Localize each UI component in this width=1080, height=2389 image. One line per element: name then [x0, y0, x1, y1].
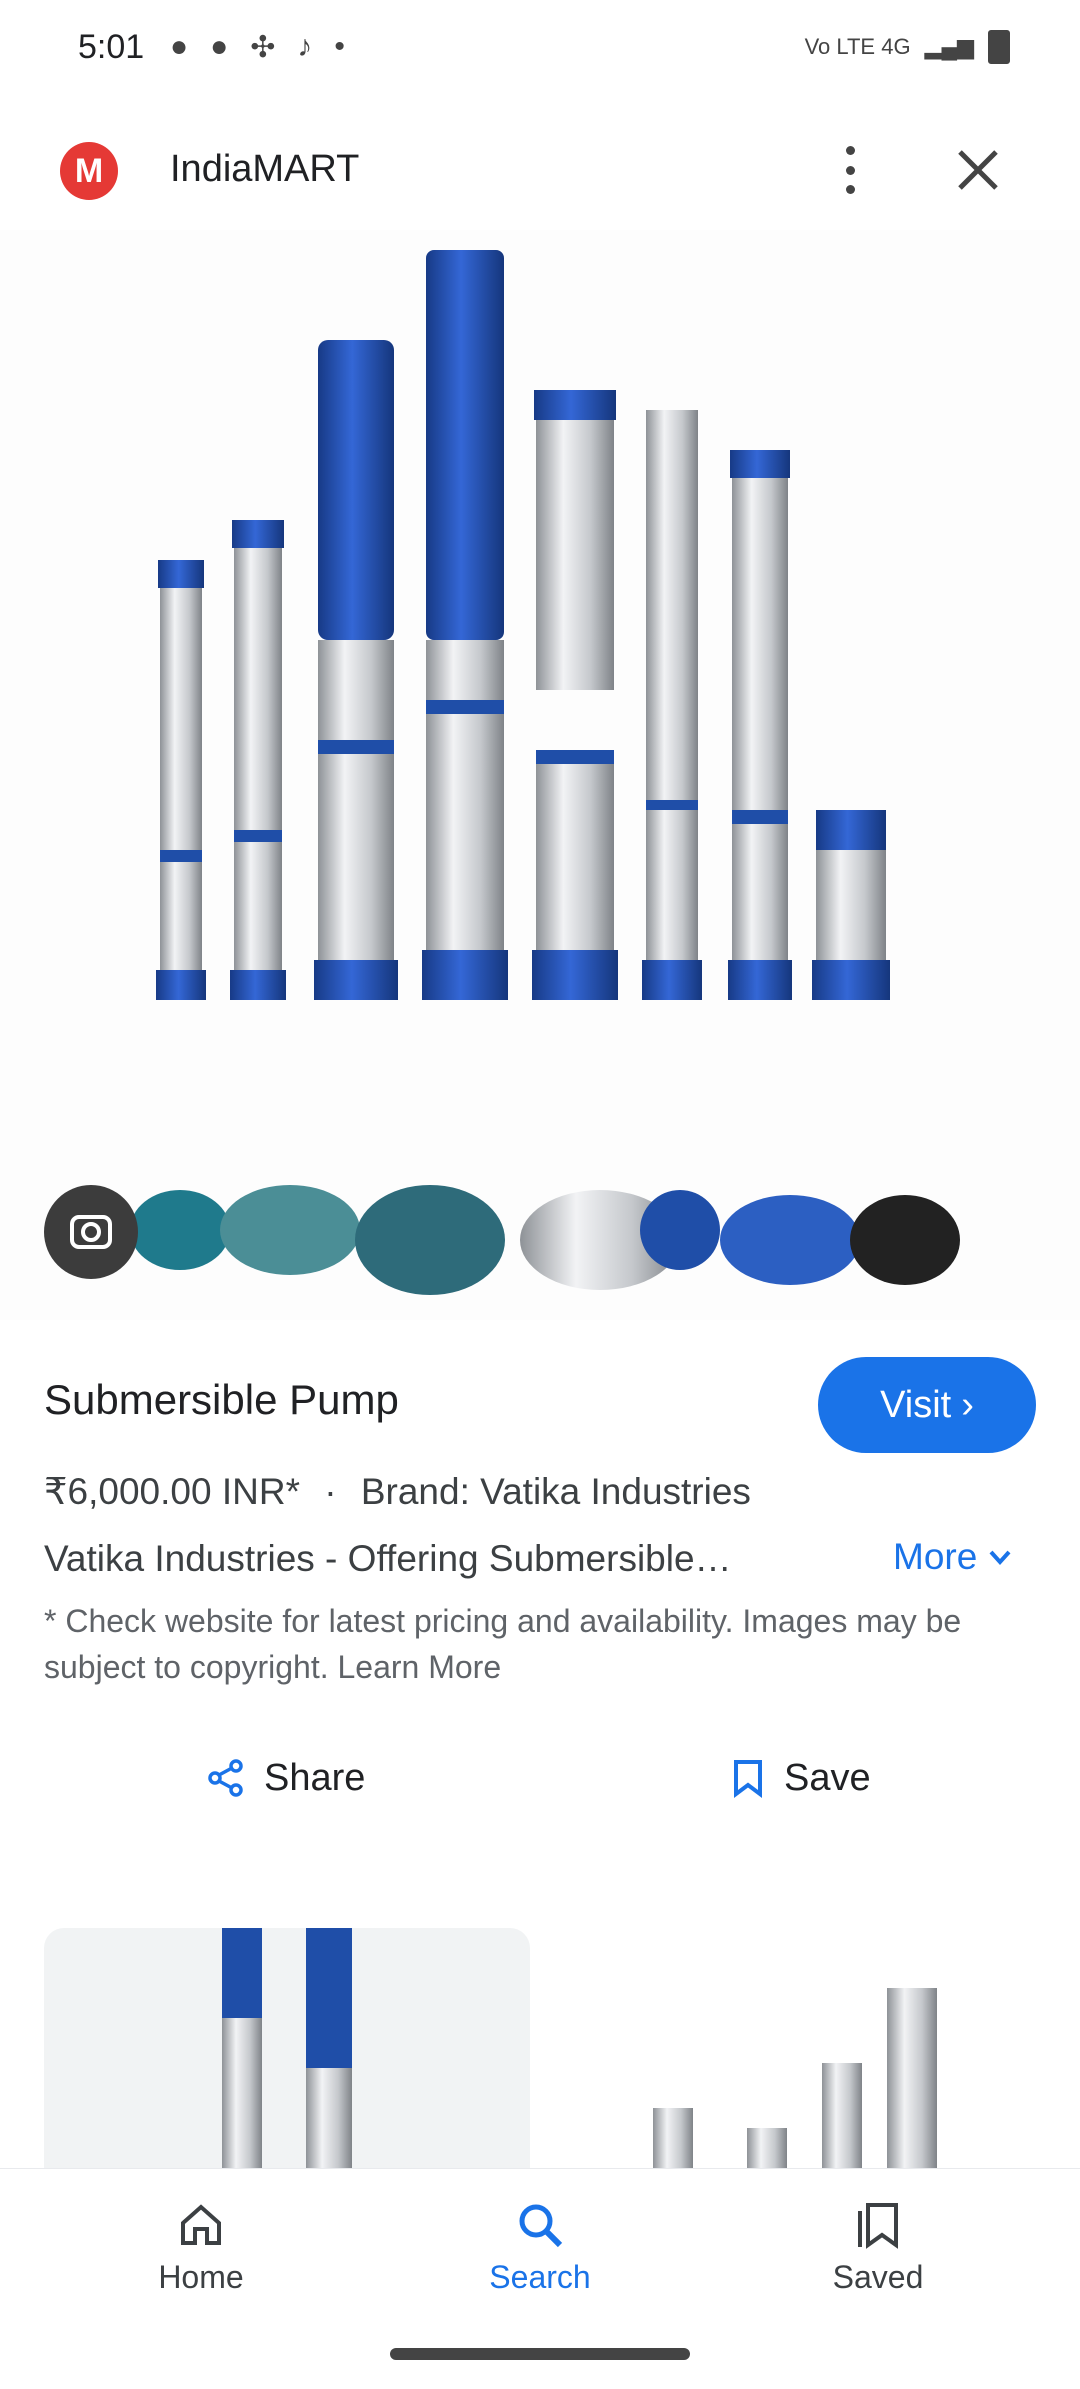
dot-icon: •: [334, 30, 345, 63]
gesture-bar[interactable]: [390, 2348, 690, 2360]
battery-icon: [988, 30, 1010, 64]
bookmark-icon: [734, 1760, 762, 1798]
chat-icon: ●: [170, 30, 189, 63]
product-description: Vatika Industries - Offering Submersible…: [44, 1538, 732, 1579]
disclaimer-text: * Check website for latest pricing and a…: [44, 1603, 962, 1685]
share-icon: [208, 1759, 243, 1797]
visit-button[interactable]: Visit ›: [818, 1357, 1036, 1453]
chevron-down-icon: [989, 1550, 1011, 1565]
price-brand-line: ₹6,000.00 INR* · Brand: Vatika Industrie…: [44, 1470, 751, 1513]
share-button[interactable]: Share: [206, 1748, 365, 1808]
save-button[interactable]: Save: [730, 1748, 871, 1808]
product-title: Submersible Pump: [44, 1376, 399, 1423]
nav-search[interactable]: Search: [440, 2199, 640, 2296]
status-bar: 5:01 ● ● ✣ ♪ • Vo LTE 4G ▂▄▆: [0, 0, 1080, 100]
chevron-right-icon: ›: [961, 1383, 974, 1426]
indiamart-logo: M: [60, 142, 118, 200]
network-label: Vo LTE 4G: [804, 34, 911, 59]
more-options-icon[interactable]: [830, 142, 870, 198]
app-icon: ♪: [297, 30, 313, 63]
site-title[interactable]: IndiaMART: [170, 148, 359, 191]
lens-search-button[interactable]: [44, 1185, 138, 1279]
brand: Brand: Vatika Industries: [360, 1471, 751, 1512]
saved-icon: [858, 2203, 898, 2249]
share-label: Share: [264, 1756, 366, 1799]
nav-saved[interactable]: Saved: [778, 2199, 978, 2296]
nav-saved-label: Saved: [832, 2259, 924, 2295]
message-icon: ●: [210, 30, 229, 63]
nav-search-label: Search: [489, 2259, 591, 2295]
close-icon[interactable]: [950, 142, 1006, 198]
more-button[interactable]: More: [893, 1536, 1013, 1578]
nav-home[interactable]: Home: [101, 2199, 301, 2296]
fan-icon: ✣: [250, 31, 276, 64]
product-image[interactable]: [0, 230, 1080, 1320]
separator: ·: [324, 1471, 337, 1512]
visit-label: Visit: [880, 1383, 952, 1426]
lens-icon: [70, 1215, 112, 1249]
related-result-thumbnail[interactable]: [44, 1928, 530, 2168]
related-result-thumbnail[interactable]: [560, 1928, 1036, 2168]
notification-icons: ● ● ✣ ♪ •: [170, 30, 345, 65]
more-label: More: [893, 1536, 978, 1577]
search-icon: [519, 2204, 563, 2248]
status-time: 5:01: [78, 28, 145, 66]
signal-icon: ▂▄▆: [924, 34, 974, 59]
price: ₹6,000.00 INR*: [44, 1471, 300, 1512]
home-icon: [181, 2204, 221, 2245]
pump-illustration: [130, 250, 960, 1295]
save-label: Save: [784, 1756, 871, 1799]
nav-home-label: Home: [158, 2259, 244, 2295]
lens-header: M IndiaMART: [0, 120, 1080, 220]
status-indicators: Vo LTE 4G ▂▄▆: [805, 30, 1010, 64]
